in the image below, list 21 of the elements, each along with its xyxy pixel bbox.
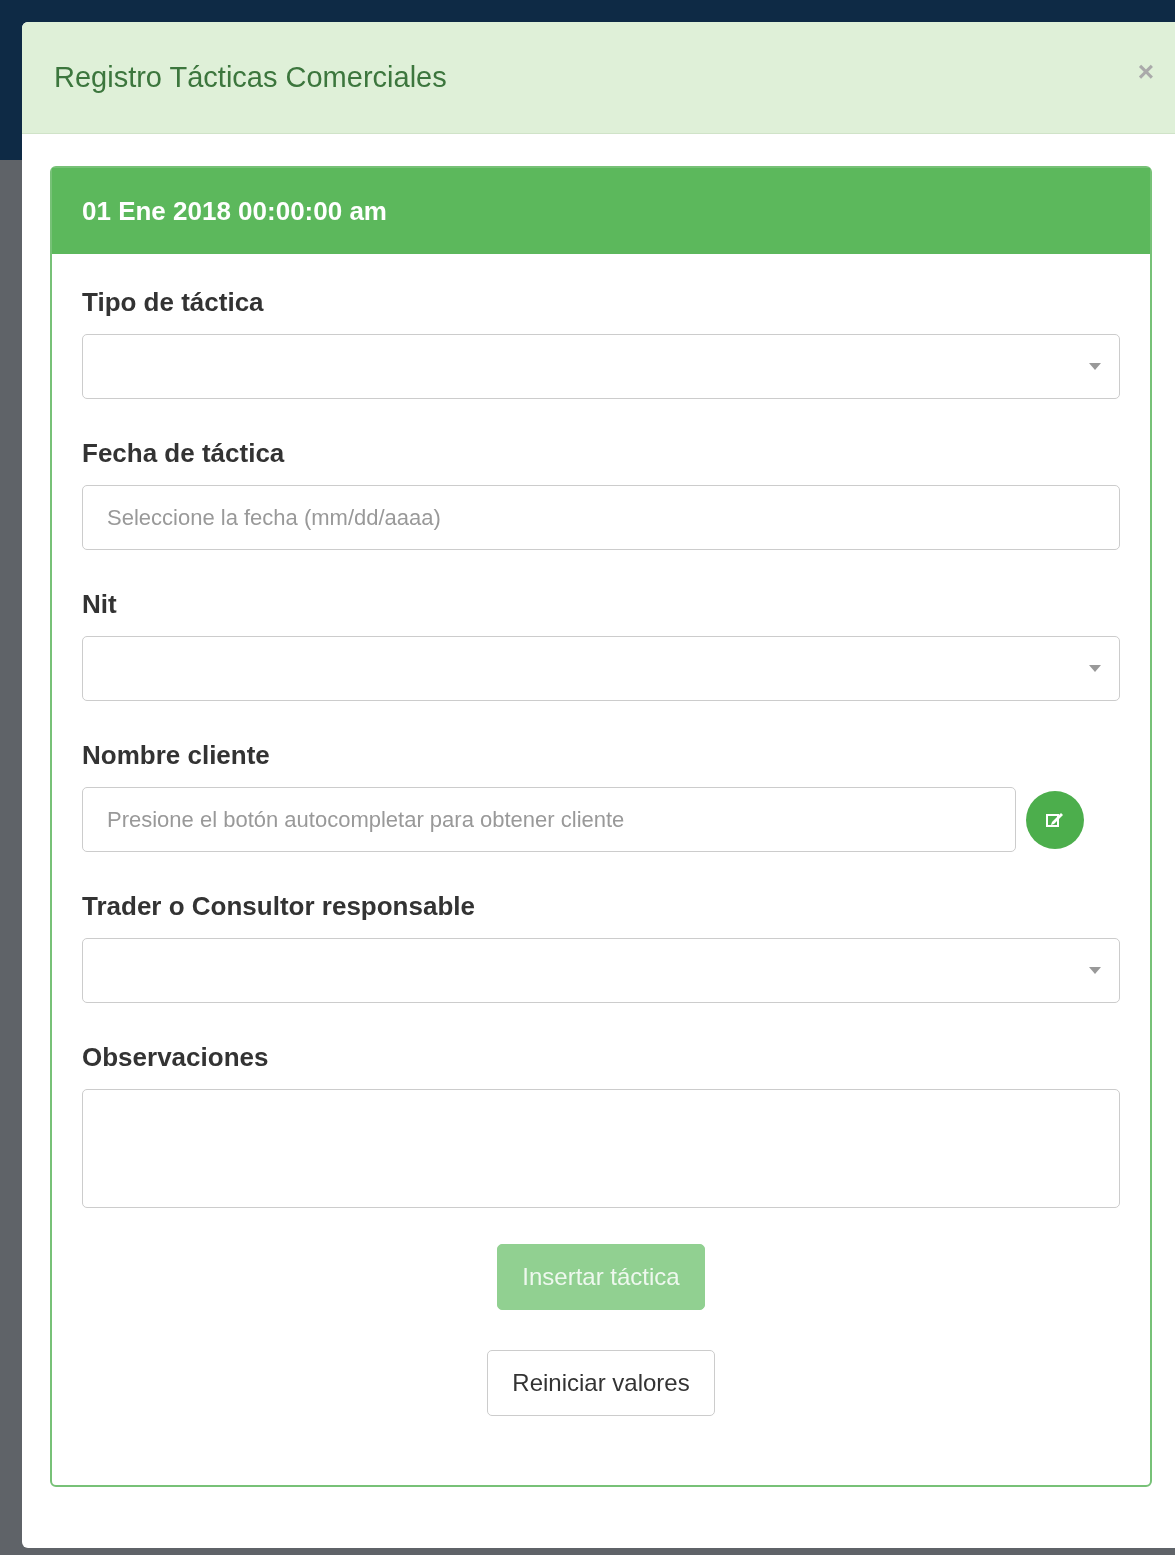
field-label: Fecha de táctica <box>82 437 286 470</box>
field-label: Nit <box>82 588 118 621</box>
close-button[interactable]: × <box>1137 56 1154 88</box>
field-label: Tipo de táctica <box>82 286 265 319</box>
select-field[interactable] <box>82 938 1120 1003</box>
reset-button[interactable]: Reiniciar valores <box>487 1350 715 1416</box>
panel-heading-text: 01 Ene 2018 00:00:00 am <box>82 195 387 227</box>
select-field[interactable] <box>82 636 1120 701</box>
field-label: Nombre cliente <box>82 739 271 772</box>
observations-field[interactable] <box>82 1089 1120 1208</box>
select-field[interactable] <box>82 334 1120 399</box>
caret-icon <box>1089 363 1101 370</box>
date-field[interactable]: Seleccione la fecha (mm/dd/aaaa) <box>82 485 1120 550</box>
modal-title: Registro Tácticas Comerciales <box>54 61 447 94</box>
autocomplete-button[interactable] <box>1026 790 1084 849</box>
client-name-field[interactable]: Presione el botón autocompletar para obtener cliente <box>82 787 1016 852</box>
edit-icon <box>1046 811 1064 828</box>
field-label: Observaciones <box>82 1041 270 1074</box>
caret-icon <box>1089 665 1101 672</box>
caret-icon <box>1089 967 1101 974</box>
field-label: Trader o Consultor responsable <box>82 890 476 923</box>
